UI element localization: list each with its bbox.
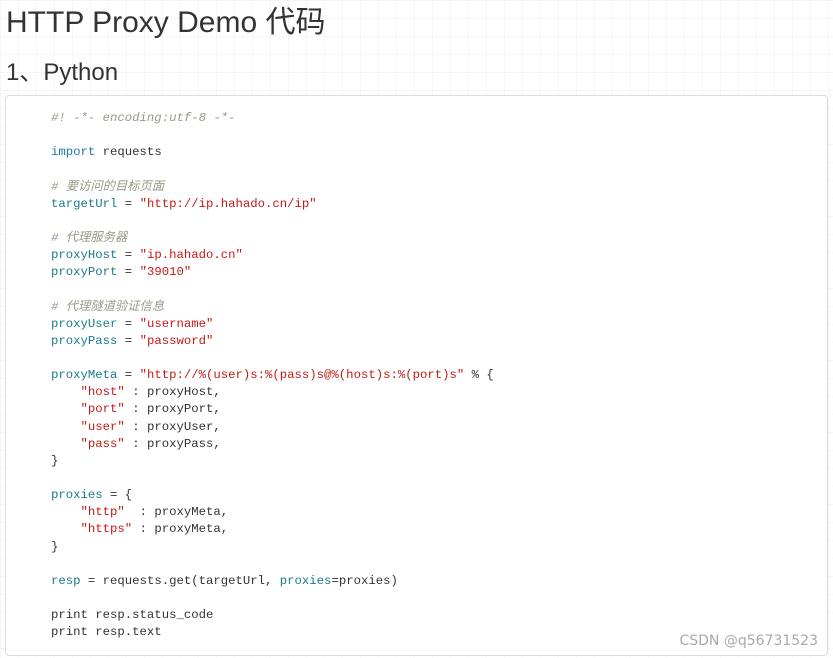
code-line: import requests <box>51 144 494 161</box>
code-token-variable: proxyUser <box>51 316 118 331</box>
code-line: targetUrl = "http://ip.hahado.cn/ip" <box>51 196 494 213</box>
code-line: "pass" : proxyPass, <box>51 436 494 453</box>
code-line: "https" : proxyMeta, <box>51 521 494 538</box>
code-line: "http" : proxyMeta, <box>51 504 494 521</box>
code-line: proxyUser = "username" <box>51 316 494 333</box>
code-body: #! -*- encoding:utf-8 -*-​import request… <box>51 110 494 641</box>
code-token-comment: # 要访问的目标页面 <box>51 179 165 194</box>
code-token-string: "user" <box>80 419 125 434</box>
code-token-variable: proxies <box>51 488 103 503</box>
code-line: ​ <box>51 590 494 607</box>
code-line: ​ <box>51 470 494 487</box>
code-token-comment: # 代理隧道验证信息 <box>51 299 165 314</box>
code-token-comment: #! -*- encoding:utf-8 -*- <box>51 111 236 125</box>
code-line: ​ <box>51 350 494 367</box>
code-line: ​ <box>51 127 494 144</box>
code-line: ​ <box>51 281 494 298</box>
code-token-variable: proxyPort <box>51 265 118 280</box>
code-line: print resp.text <box>51 624 494 641</box>
code-line: proxyHost = "ip.hahado.cn" <box>51 247 494 264</box>
code-token-variable: resp <box>51 573 81 588</box>
code-line: # 代理服务器 <box>51 230 494 247</box>
code-token-plain: % { <box>464 368 494 383</box>
code-token-plain: requests <box>95 145 162 160</box>
code-token-plain: =proxies) <box>331 573 398 588</box>
code-token-string: "pass" <box>80 436 125 451</box>
code-token-string: "http" <box>80 505 125 520</box>
code-token-plain: = <box>117 196 140 211</box>
code-token-plain: = <box>117 316 140 331</box>
code-token-variable: proxyPass <box>51 333 118 348</box>
code-line: # 代理隧道验证信息 <box>51 299 494 316</box>
code-token-plain: : proxyPort, <box>124 402 221 417</box>
code-token-plain: : proxyHost, <box>124 385 221 400</box>
code-token-plain: } <box>51 539 59 554</box>
code-token-plain: : proxyMeta, <box>132 522 229 537</box>
code-line: proxyPass = "password" <box>51 333 494 350</box>
code-line: } <box>51 539 494 556</box>
code-line: print resp.status_code <box>51 607 494 624</box>
code-token-plain: print resp.status_code <box>51 608 214 623</box>
code-token-string: "host" <box>80 385 125 400</box>
code-line: "host" : proxyHost, <box>51 384 494 401</box>
code-token-plain: : proxyMeta, <box>124 505 229 520</box>
code-line: # 要访问的目标页面 <box>51 179 494 196</box>
code-token-plain: : proxyPass, <box>124 436 221 451</box>
code-token-plain: = <box>117 265 140 280</box>
code-line: ​ <box>51 161 494 178</box>
code-line: ​ <box>51 556 494 573</box>
code-line: ​ <box>51 213 494 230</box>
page-title: HTTP Proxy Demo 代码 <box>6 6 326 39</box>
code-token-plain: = <box>117 248 140 263</box>
code-token-string: "password" <box>139 333 214 348</box>
code-token-plain: = <box>117 333 140 348</box>
code-token-string: "username" <box>139 316 214 331</box>
code-token-keyword: import <box>51 145 96 160</box>
code-token-variable: proxies <box>279 573 332 588</box>
code-token-string: "port" <box>80 402 125 417</box>
code-line: "user" : proxyUser, <box>51 419 494 436</box>
code-block: #! -*- encoding:utf-8 -*-​import request… <box>5 95 828 656</box>
code-line: resp = requests.get(targetUrl, proxies=p… <box>51 573 494 590</box>
code-line: } <box>51 453 494 470</box>
code-token-string: "http://ip.hahado.cn/ip" <box>139 196 317 211</box>
code-token-plain: = { <box>102 488 133 503</box>
code-line: proxyPort = "39010" <box>51 264 494 281</box>
watermark: CSDN @q56731523 <box>679 633 818 649</box>
code-line: "port" : proxyPort, <box>51 401 494 418</box>
code-line: #! -*- encoding:utf-8 -*- <box>51 110 494 127</box>
code-line: proxies = { <box>51 487 494 504</box>
code-token-plain: = <box>117 368 140 383</box>
code-token-plain: print resp.text <box>51 625 162 640</box>
code-token-plain: = requests.get(targetUrl, <box>80 573 280 588</box>
code-token-string: "https" <box>80 522 133 537</box>
section-heading: 1、Python <box>6 59 119 86</box>
code-token-string: "ip.hahado.cn" <box>139 248 243 263</box>
code-token-comment: # 代理服务器 <box>51 230 128 245</box>
code-token-plain: } <box>51 453 59 468</box>
code-line: proxyMeta = "http://%(user)s:%(pass)s@%(… <box>51 367 494 384</box>
code-token-plain: : proxyUser, <box>124 419 221 434</box>
code-token-string: "39010" <box>139 265 192 280</box>
code-token-variable: targetUrl <box>51 196 118 211</box>
code-token-variable: proxyHost <box>51 248 118 263</box>
code-token-string: "http://%(user)s:%(pass)s@%(host)s:%(por… <box>139 368 465 383</box>
code-token-variable: proxyMeta <box>51 368 118 383</box>
